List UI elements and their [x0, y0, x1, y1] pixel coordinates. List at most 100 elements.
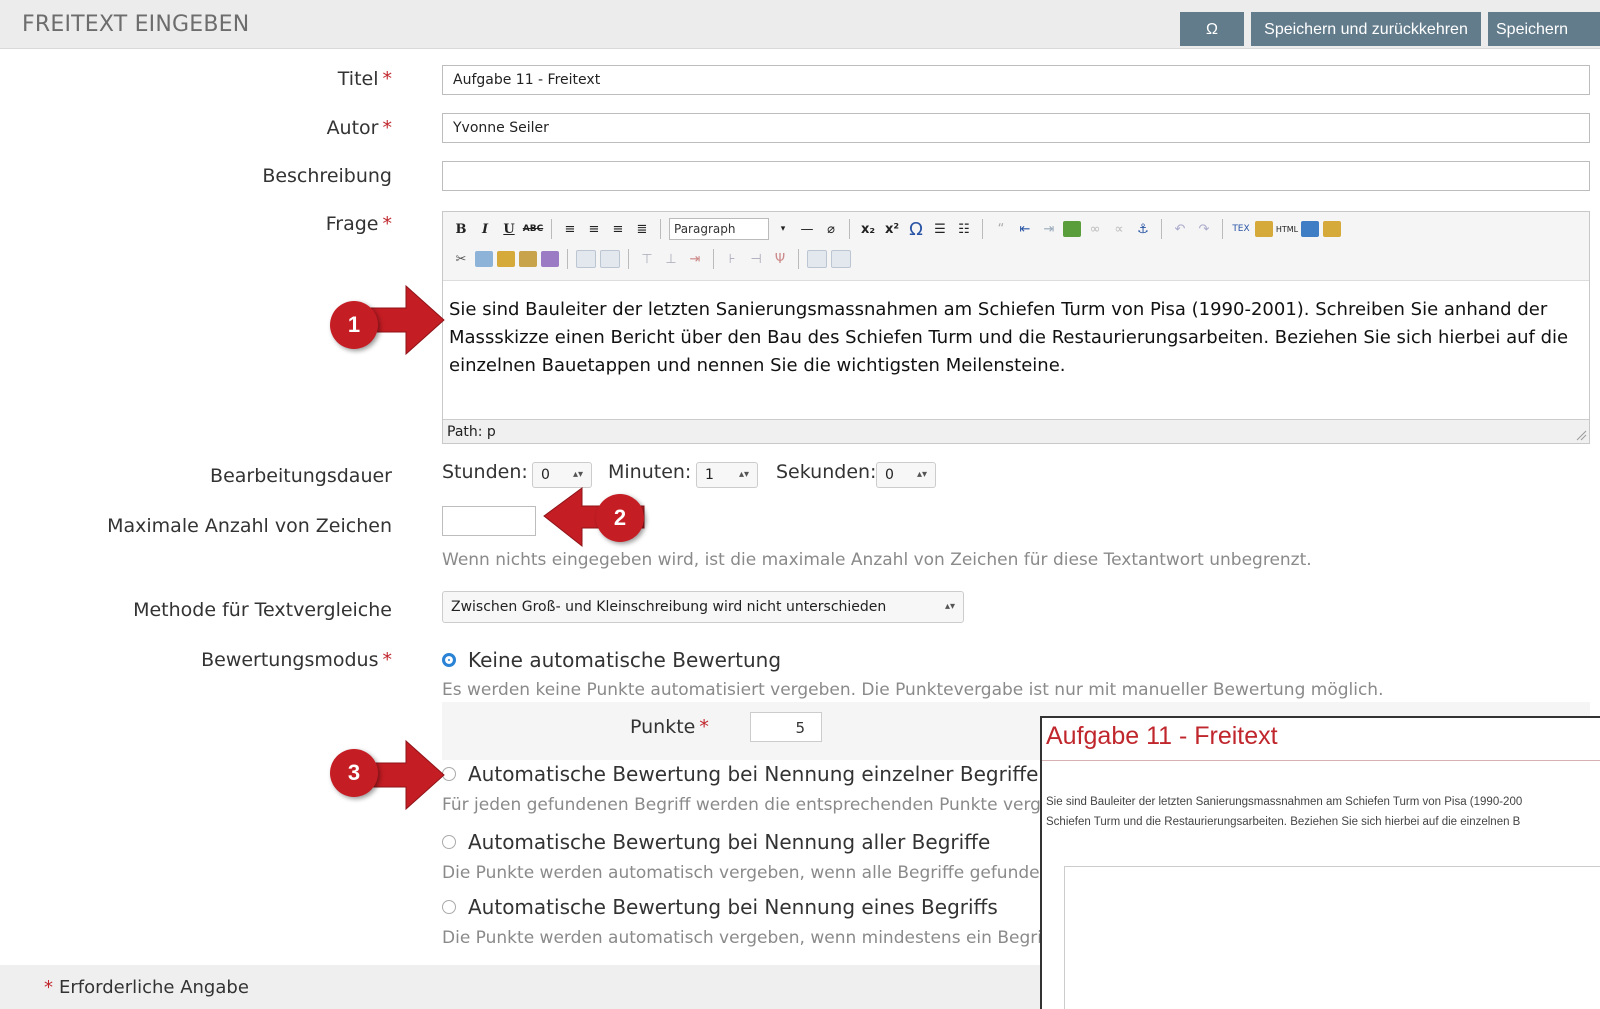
row-before-icon[interactable]: ⊤ — [637, 249, 657, 269]
horizontal-rule-icon[interactable]: — — [797, 219, 817, 239]
required-mark: * — [382, 649, 393, 671]
paste-text-icon[interactable] — [519, 251, 537, 267]
punkte-input[interactable]: 5 — [750, 712, 822, 742]
fullscreen-icon[interactable] — [1301, 221, 1319, 237]
resize-handle-icon[interactable] — [1575, 429, 1587, 441]
align-justify-icon[interactable]: ≣ — [632, 219, 652, 239]
chevron-down-icon[interactable]: ▾ — [773, 219, 793, 239]
beschreibung-input[interactable] — [442, 161, 1590, 191]
page-header: FREITEXT EINGEBEN Ω Speichern und zurück… — [0, 0, 1600, 49]
required-footer-text: Erforderliche Angabe — [59, 977, 249, 998]
eraser-icon[interactable]: ⌀ — [821, 219, 841, 239]
anchor-icon[interactable]: ⚓ — [1133, 219, 1153, 239]
omega-icon[interactable]: Ω — [906, 219, 926, 240]
titel-label-text: Titel — [337, 68, 379, 90]
bewertung-hint-2: Für jeden gefundenen Begriff werden die … — [442, 795, 1052, 815]
toolbar-separator — [660, 219, 661, 239]
row-after-icon[interactable]: ⊥ — [661, 249, 681, 269]
delete-row-icon[interactable]: ⇥ — [685, 249, 705, 269]
radio-label: Automatische Bewertung bei Nennung aller… — [468, 830, 991, 854]
tex-icon[interactable]: TEX — [1231, 219, 1251, 239]
radio-keine-bewertung[interactable]: Keine automatische Bewertung — [442, 648, 781, 672]
copy-icon[interactable] — [475, 251, 493, 267]
dauer-label: Bearbeitungsdauer — [210, 465, 392, 487]
bewertung-hint-1: Es werden keine Punkte automatisiert ver… — [442, 680, 1384, 700]
format-select[interactable]: Paragraph — [669, 218, 769, 240]
unlink-icon[interactable]: ∝ — [1109, 219, 1129, 239]
radio-einzelne-begriffe[interactable]: Automatische Bewertung bei Nennung einze… — [442, 762, 1038, 786]
radio-selected-icon[interactable] — [442, 653, 456, 667]
sekunden-value: 0 — [885, 467, 894, 483]
required-footer-note: * Erforderliche Angabe — [44, 977, 249, 998]
table-icon[interactable] — [576, 250, 596, 268]
superscript-icon[interactable]: x² — [882, 219, 902, 239]
save-and-return-button[interactable]: Speichern und zurückkehren — [1251, 12, 1481, 46]
frage-editor: B I U ABC ≡ ≡ ≡ ≣ Paragraph ▾ — ⌀ x₂ x² … — [442, 211, 1590, 444]
callout-badge-3: 3 — [330, 749, 378, 797]
autor-input[interactable] — [442, 113, 1590, 143]
page: FREITEXT EINGEBEN Ω Speichern und zurück… — [0, 0, 1600, 1009]
table-props-icon[interactable] — [600, 250, 620, 268]
html-icon[interactable]: HTML — [1276, 219, 1298, 239]
methode-select[interactable]: Zwischen Groß- und Kleinschreibung wird … — [442, 591, 964, 623]
col-after-icon[interactable]: ⊣ — [746, 249, 766, 269]
toolbar-separator — [849, 219, 850, 239]
underline-icon[interactable]: U — [499, 219, 519, 239]
special-characters-button[interactable]: Ω — [1180, 12, 1244, 46]
strikethrough-icon[interactable]: ABC — [523, 219, 543, 239]
toolbar-separator — [982, 219, 983, 239]
methode-value: Zwischen Groß- und Kleinschreibung wird … — [451, 599, 887, 615]
align-center-icon[interactable]: ≡ — [584, 219, 604, 239]
align-left-icon[interactable]: ≡ — [560, 219, 580, 239]
indent-icon[interactable]: ⇥ — [1039, 219, 1059, 239]
link-icon[interactable]: ∞ — [1085, 219, 1105, 239]
edit-icon[interactable] — [541, 251, 559, 267]
toolbar-separator — [1161, 219, 1162, 239]
radio-empty-icon[interactable] — [442, 835, 456, 849]
numbered-list-icon[interactable]: ☷ — [954, 219, 974, 239]
save-button[interactable]: Speichern — [1488, 12, 1600, 46]
punkte-label: Punkte * — [630, 716, 709, 738]
frage-paragraph-line-2: Massskizze einen Bericht über den Bau de… — [449, 327, 1569, 348]
paste-special-icon[interactable] — [1255, 221, 1273, 237]
radio-eines-begriffs[interactable]: Automatische Bewertung bei Nennung eines… — [442, 895, 998, 919]
required-mark: * — [382, 68, 393, 90]
minuten-select[interactable]: 1 ▴▾ — [696, 462, 758, 488]
align-right-icon[interactable]: ≡ — [608, 219, 628, 239]
minuten-label: Minuten: — [608, 461, 692, 483]
outdent-icon[interactable]: ⇤ — [1015, 219, 1035, 239]
cut-icon[interactable]: ✂ — [451, 249, 471, 269]
italic-icon[interactable]: I — [475, 219, 495, 239]
redo-icon[interactable]: ↷ — [1194, 219, 1214, 239]
image-icon[interactable] — [1063, 221, 1081, 237]
radio-label: Automatische Bewertung bei Nennung eines… — [468, 895, 998, 919]
toolbar-separator — [567, 249, 568, 269]
toolbar-separator — [798, 249, 799, 269]
sekunden-select[interactable]: 0 ▴▾ — [876, 462, 936, 488]
undo-icon[interactable]: ↶ — [1170, 219, 1190, 239]
stunden-value: 0 — [541, 467, 550, 483]
toolbar-separator — [551, 219, 552, 239]
blockquote-icon[interactable]: “ — [991, 219, 1011, 239]
sekunden-label: Sekunden: — [776, 461, 877, 483]
radio-alle-begriffe[interactable]: Automatische Bewertung bei Nennung aller… — [442, 830, 990, 854]
preview-line-2: Schiefen Turm und die Restaurierungsarbe… — [1046, 816, 1521, 828]
split-cells-icon[interactable] — [831, 250, 851, 268]
radio-empty-icon[interactable] — [442, 900, 456, 914]
paste-word-icon[interactable] — [1323, 221, 1341, 237]
paste-icon[interactable] — [497, 251, 515, 267]
max-zeichen-input[interactable] — [442, 506, 536, 536]
preview-divider — [1042, 760, 1600, 761]
col-before-icon[interactable]: ⊦ — [722, 249, 742, 269]
merge-cells-icon[interactable] — [807, 250, 827, 268]
delete-col-icon[interactable]: Ψ — [770, 249, 790, 269]
bewertung-hint-4: Die Punkte werden automatisch vergeben, … — [442, 928, 1048, 948]
frage-editor-content[interactable]: Sie sind Bauleiter der letzten Sanierung… — [443, 282, 1589, 422]
bullet-list-icon[interactable]: ☰ — [930, 219, 950, 239]
select-arrows-icon: ▴▾ — [738, 469, 749, 480]
titel-input[interactable] — [442, 65, 1590, 95]
subscript-icon[interactable]: x₂ — [858, 219, 878, 239]
preview-answer-box[interactable] — [1064, 866, 1600, 1009]
bold-icon[interactable]: B — [451, 219, 471, 239]
frage-label-text: Frage — [325, 213, 379, 235]
